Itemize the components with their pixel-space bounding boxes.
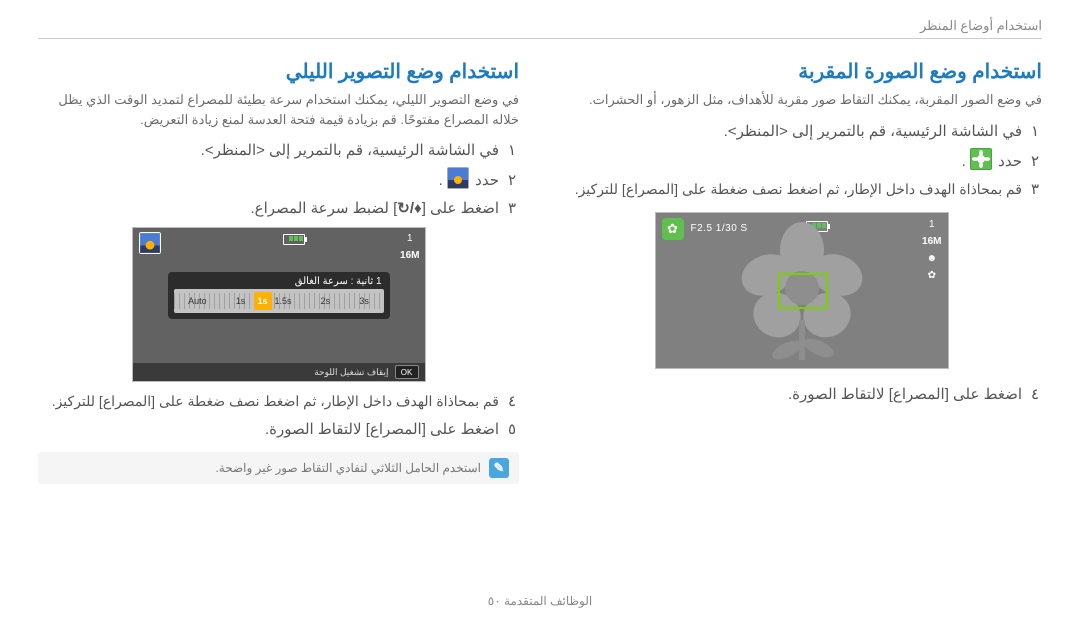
shutter-scale-title: 1 ثانية : سرعة الغالق [174, 276, 384, 289]
macro-step-1: ١ في الشاشة الرئيسية، قم بالتمرير إلى <ا… [561, 120, 1042, 144]
intro-macro: في وضع الصور المقربة، يمكنك التقاط صور م… [561, 90, 1042, 110]
camera-preview-macro: ✿ F2.5 1/30 S 1 16M ☻ ✿ [655, 212, 949, 369]
shutter-scale-panel: 1 ثانية : سرعة الغالق 1s Auto 1s 1.5s 2s [168, 272, 390, 319]
preview-footer-text: إيقاف تشغيل اللوحة [314, 367, 388, 378]
info-icon: ✎ [489, 458, 509, 478]
sunset-icon [447, 167, 469, 189]
step-text: اضغط على [المصراع] لالتقاط الصورة. [38, 418, 499, 442]
heading-night: استخدام وضع التصوير الليلي [38, 59, 519, 84]
heading-macro: استخدام وضع الصورة المقربة [561, 59, 1042, 84]
step-number: ٣ [505, 197, 519, 221]
preview-footer-bar: OK إيقاف تشغيل اللوحة [133, 363, 425, 381]
step-number: ٤ [1028, 383, 1042, 407]
step-number: ٤ [505, 390, 519, 414]
section-night-mode: استخدام وضع التصوير الليلي في وضع التصوي… [38, 59, 519, 484]
step-text-label: حدد [998, 153, 1022, 170]
bracket-icons: ♦/↻ [397, 200, 421, 217]
intro-night: في وضع التصوير الليلي، يمكنك استخدام سرع… [38, 90, 519, 129]
divider [38, 38, 1042, 39]
night-step-5: ٥ اضغط على [المصراع] لالتقاط الصورة. [38, 418, 519, 442]
step-text: اضغط على [♦/↻] لضبط سرعة المصراع. [38, 197, 499, 221]
night-step-4: ٤ قم بمحاذاة الهدف داخل الإطار، ثم اضغط … [38, 390, 519, 414]
tick-label: Auto [188, 296, 207, 306]
focus-rectangle [778, 273, 828, 309]
step-text: حدد . [561, 148, 1022, 174]
step-text-b: ] لضبط سرعة المصراع. [250, 200, 397, 217]
section-macro-mode: استخدام وضع الصورة المقربة في وضع الصور … [561, 59, 1042, 484]
step-text-label: حدد [475, 172, 499, 189]
tick-label: 1.5s [274, 296, 291, 306]
step-text: حدد . [38, 167, 499, 193]
camera-preview-night: 1 16M 1 ثانية : سرعة الغالق 1s [132, 227, 426, 382]
night-step-3: ٣ اضغط على [♦/↻] لضبط سرعة المصراع. [38, 197, 519, 221]
tick-label: 3s [359, 296, 369, 306]
tick-label: 2s [321, 296, 331, 306]
step-text: قم بمحاذاة الهدف داخل الإطار، ثم اضغط نص… [561, 178, 1022, 200]
step-number: ٢ [1028, 150, 1042, 174]
step-text: في الشاشة الرئيسية، قم بالتمرير إلى <الم… [561, 120, 1022, 144]
macro-flower-icon [970, 148, 992, 170]
shutter-scale-highlight: 1s [254, 292, 272, 310]
macro-step-4: ٤ اضغط على [المصراع] لالتقاط الصورة. [561, 383, 1042, 407]
macro-step-3: ٣ قم بمحاذاة الهدف داخل الإطار، ثم اضغط … [561, 178, 1042, 202]
macro-step-2: ٢ حدد . [561, 148, 1042, 174]
note-text: استخدم الحامل الثلاثي لتفادي التقاط صور … [215, 461, 481, 475]
step-number: ١ [1028, 120, 1042, 144]
shutter-scale-strip: 1s Auto 1s 1.5s 2s 3s [174, 289, 384, 313]
step-number: ٥ [505, 418, 519, 442]
tripod-note: ✎ استخدم الحامل الثلاثي لتفادي التقاط صو… [38, 452, 519, 484]
step-text: اضغط على [المصراع] لالتقاط الصورة. [561, 383, 1022, 407]
step-number: ١ [505, 139, 519, 163]
step-number: ٣ [1028, 178, 1042, 202]
step-text-a: اضغط على [ [422, 200, 499, 217]
step-number: ٢ [505, 169, 519, 193]
page-footer: الوظائف المتقدمة ٥٠ [0, 594, 1080, 608]
night-step-2: ٢ حدد . [38, 167, 519, 193]
step-text: قم بمحاذاة الهدف داخل الإطار، ثم اضغط نص… [38, 390, 499, 412]
night-step-1: ١ في الشاشة الرئيسية، قم بالتمرير إلى <ا… [38, 139, 519, 163]
tick-label: 1s [236, 296, 246, 306]
step-text: في الشاشة الرئيسية، قم بالتمرير إلى <الم… [38, 139, 499, 163]
ok-button-icon: OK [395, 365, 419, 379]
breadcrumb: استخدام أوضاع المنظر [38, 18, 1042, 34]
